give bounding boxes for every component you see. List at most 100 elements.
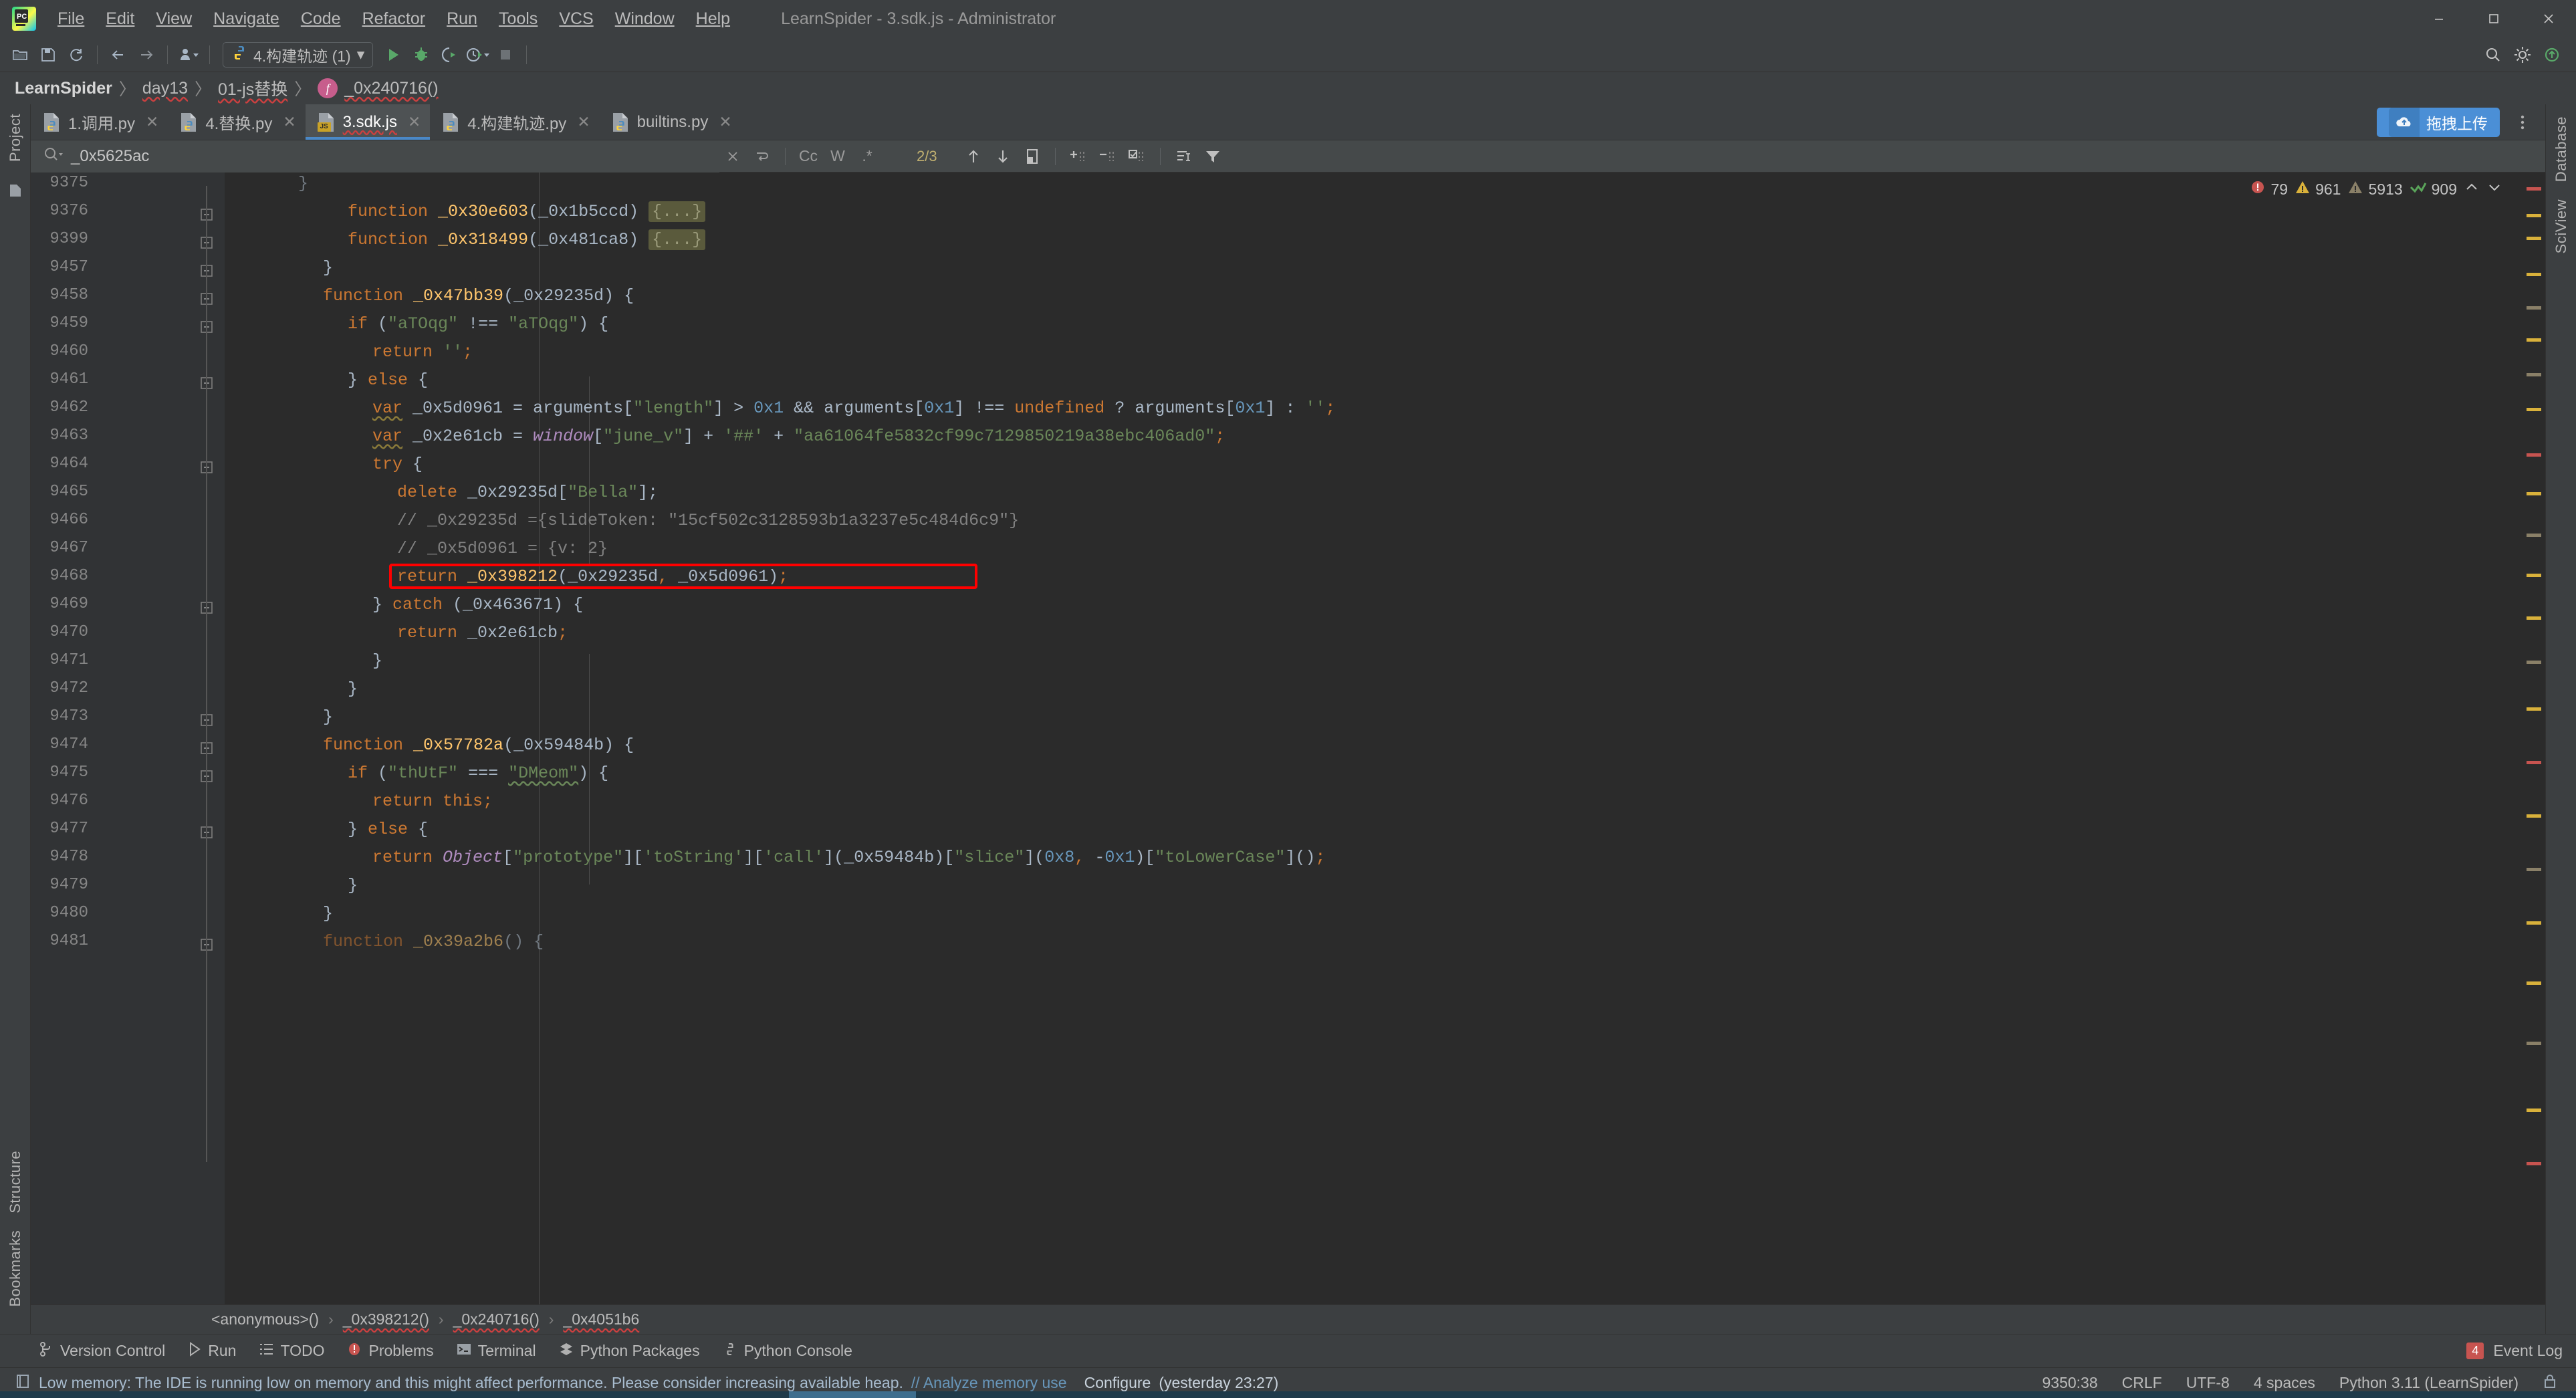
code-line[interactable]: // _0x5d0961 = {v: 2} (397, 539, 608, 558)
marker[interactable] (2527, 408, 2541, 411)
inspection-widget[interactable]: 79 961 5913 909 (2244, 177, 2508, 202)
marker[interactable] (2527, 1042, 2541, 1045)
indent-setting[interactable]: 4 spaces (2254, 1374, 2315, 1392)
select-occurrences-icon[interactable] (1124, 143, 1151, 170)
bottom-crumb-240716[interactable]: _0x240716() (453, 1310, 540, 1328)
match-case-toggle[interactable]: Cc (795, 143, 822, 170)
code-line[interactable]: } (323, 904, 333, 923)
search-icon[interactable] (2480, 41, 2506, 68)
marker[interactable] (2527, 761, 2541, 764)
code-line[interactable]: function _0x39a2b6() { (323, 932, 544, 951)
python-interpreter[interactable]: Python 3.11 (LearnSpider) (2339, 1374, 2519, 1392)
menu-refactor[interactable]: Refactor (352, 7, 436, 31)
line-separator[interactable]: CRLF (2122, 1374, 2162, 1392)
close-icon[interactable]: ✕ (283, 113, 296, 131)
taskbar-window-chip[interactable] (789, 1391, 916, 1398)
arrow-up-icon[interactable] (960, 143, 987, 170)
marker[interactable] (2527, 338, 2541, 342)
code-line[interactable]: // _0x29235d ={slideToken: "15cf502c3128… (397, 511, 1019, 530)
remove-selection-icon[interactable] (1094, 143, 1121, 170)
project-files-icon[interactable] (4, 179, 27, 202)
marker[interactable] (2527, 868, 2541, 871)
tab-4-tihuan-py[interactable]: 4.替换.py ✕ (168, 104, 306, 140)
filter-icon[interactable] (1199, 143, 1226, 170)
minimize-button[interactable] (2412, 0, 2466, 37)
code-line[interactable]: if ("thUtF" === "DMeom") { (348, 764, 608, 783)
user-dropdown-icon[interactable] (175, 41, 202, 68)
caret-position[interactable]: 9350:38 (2042, 1374, 2097, 1392)
marker[interactable] (2527, 306, 2541, 310)
toolwindow-todo[interactable]: TODO (259, 1342, 324, 1361)
bottom-crumb-4051b6[interactable]: _0x4051b6 (563, 1310, 639, 1328)
marker[interactable] (2527, 1162, 2541, 1165)
close-icon[interactable]: ✕ (577, 113, 590, 131)
tab-4-goujian-guiji-py[interactable]: 4.构建轨迹.py ✕ (430, 104, 600, 140)
close-icon[interactable]: ✕ (719, 113, 731, 131)
search-dropdown-icon[interactable] (43, 145, 64, 167)
marker[interactable] (2527, 1109, 2541, 1112)
marker[interactable] (2527, 661, 2541, 664)
rail-structure-label[interactable]: Structure (7, 1151, 24, 1213)
chevron-down-icon[interactable] (2486, 179, 2502, 199)
marker[interactable] (2527, 214, 2541, 217)
words-toggle[interactable]: W (824, 143, 851, 170)
toolwindow-python-console[interactable]: Python Console (723, 1342, 852, 1361)
close-icon[interactable]: ✕ (408, 113, 421, 131)
code-line[interactable]: } (323, 707, 333, 727)
menu-file[interactable]: File (47, 7, 95, 31)
bottom-crumb-anonymous[interactable]: <anonymous>() (211, 1310, 319, 1328)
marker[interactable] (2527, 921, 2541, 925)
menu-vcs[interactable]: VCS (548, 7, 604, 31)
search-input[interactable]: _0x5625ac (31, 140, 719, 172)
rail-database-label[interactable]: Database (2553, 116, 2570, 182)
bottom-crumb-398212[interactable]: _0x398212() (343, 1310, 429, 1328)
tab-3-sdk-js[interactable]: JS 3.sdk.js ✕ (305, 104, 431, 140)
rail-sciview-label[interactable]: SciView (2553, 199, 2570, 253)
refresh-icon[interactable] (63, 41, 90, 68)
code-line[interactable]: } catch (_0x463671) { (372, 595, 583, 614)
code-line[interactable]: } (348, 876, 358, 895)
code-line[interactable]: } (372, 651, 382, 671)
open-in-find-window-icon[interactable] (1170, 143, 1197, 170)
regex-toggle[interactable]: .* (854, 143, 881, 170)
marker[interactable] (2527, 981, 2541, 985)
code-line[interactable]: } (298, 174, 308, 193)
code-line[interactable]: } else { (348, 370, 428, 390)
ide-update-icon[interactable] (2539, 41, 2565, 68)
status-analyze-link[interactable]: // Analyze memory use (911, 1374, 1067, 1392)
code-line[interactable]: return this; (372, 792, 493, 811)
tab-1-diaoyong-py[interactable]: 1.调用.py ✕ (31, 104, 168, 140)
marker[interactable] (2527, 707, 2541, 711)
rail-bookmarks-label[interactable]: Bookmarks (7, 1230, 24, 1307)
error-marker-stripe[interactable] (2521, 172, 2545, 1304)
code-line[interactable]: return ''; (372, 342, 473, 362)
marker[interactable] (2527, 453, 2541, 457)
marker[interactable] (2527, 534, 2541, 537)
code-line[interactable]: } else { (348, 820, 428, 839)
breadcrumb-project[interactable]: LearnSpider (15, 79, 112, 98)
maximize-button[interactable] (2466, 0, 2521, 37)
more-vertical-icon[interactable] (2509, 109, 2536, 136)
breadcrumb-day13[interactable]: day13 (142, 79, 188, 98)
file-encoding[interactable]: UTF-8 (2186, 1374, 2230, 1392)
run-with-coverage-icon[interactable] (436, 41, 463, 68)
menu-tools[interactable]: Tools (488, 7, 548, 31)
run-icon[interactable] (380, 41, 406, 68)
code-line[interactable]: return _0x398212(_0x29235d, _0x5d0961); (397, 567, 788, 586)
close-icon[interactable]: ✕ (146, 113, 158, 131)
marker[interactable] (2527, 373, 2541, 376)
upload-button[interactable]: 拖拽上传 (2377, 107, 2500, 137)
code-text-area[interactable]: } function _0x30e603(_0x1b5ccd) {...} func… (225, 172, 2545, 1304)
menu-code[interactable]: Code (290, 7, 352, 31)
lock-icon[interactable] (2543, 1373, 2557, 1393)
toolwindow-version-control[interactable]: Version Control (39, 1341, 165, 1361)
breadcrumb-folder[interactable]: 01-js替换 (218, 76, 287, 100)
menu-help[interactable]: Help (685, 7, 741, 31)
notification-icon[interactable] (15, 1373, 31, 1393)
code-line[interactable]: } (323, 258, 333, 277)
search-history-icon[interactable] (749, 143, 776, 170)
marker[interactable] (2527, 574, 2541, 577)
tab-builtins-py[interactable]: builtins.py ✕ (599, 104, 741, 140)
marker[interactable] (2527, 273, 2541, 276)
add-selection-icon[interactable] (1065, 143, 1092, 170)
